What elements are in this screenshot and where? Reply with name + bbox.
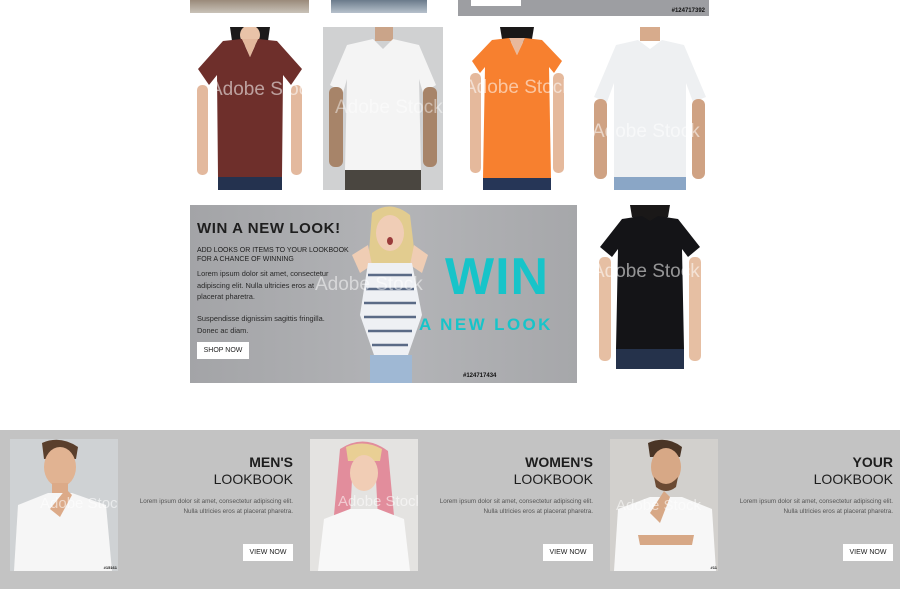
mens-lookbook-image[interactable]: Adobe Stock #15161 [10, 439, 118, 571]
product-tile-white-tee-2[interactable]: Adobe Stock [590, 27, 709, 190]
stock-id-label: #15161 [103, 565, 117, 570]
black-tee-image [590, 205, 710, 369]
view-now-button[interactable]: VIEW NOW [243, 544, 293, 561]
your-lookbook-image[interactable]: Adobe Stock #11 [610, 439, 718, 571]
lookbook-title: WOMEN'S LOOKBOOK [443, 454, 593, 488]
product-image-top-1[interactable] [190, 0, 309, 13]
lookbook-yours: Adobe Stock #11 YOUR LOOKBOOK Lorem ipsu… [600, 430, 900, 589]
lookbook-title-line1: MEN'S [249, 454, 293, 470]
maroon-tee-image [190, 27, 309, 190]
promo-title: WIN A NEW LOOK! [197, 220, 341, 237]
view-now-button[interactable]: VIEW NOW [843, 544, 893, 561]
promo-subtitle: ADD LOOKS OR ITEMS TO YOUR LOOKBOOK FOR … [197, 247, 349, 263]
lookbook-title-line1: WOMEN'S [525, 454, 593, 470]
lookbook-description: Lorem ipsum dolor sit amet, consectetur … [739, 498, 893, 515]
watermark-text: Adobe Stock [40, 495, 118, 512]
product-image-top-2[interactable] [331, 0, 427, 13]
lookbook-womens: Adobe Stock WOMEN'S LOOKBOOK Lorem ipsum… [300, 430, 600, 589]
lookbook-description: Lorem ipsum dolor sit amet, consectetur … [439, 498, 593, 515]
promo-description-2: Suspendisse dignissim sagittis fringilla… [197, 314, 325, 335]
product-tile-white-tee[interactable]: Adobe Stock [323, 27, 443, 190]
stock-id-label: #124717392 [671, 8, 705, 14]
lookbook-description: Lorem ipsum dolor sit amet, consectetur … [139, 498, 293, 515]
product-tile-black-tee[interactable]: Adobe Stock [590, 205, 710, 369]
stock-id-label: #124717434 [463, 373, 497, 379]
lookbook-title-line2: LOOKBOOK [513, 471, 593, 487]
watermark-text: Adobe Stock [315, 274, 423, 295]
product-tile-orange-tee[interactable]: Adobe Stock [458, 27, 576, 190]
view-now-button[interactable]: VIEW NOW [543, 544, 593, 561]
top-banner-image[interactable]: #124717392 [458, 0, 709, 16]
lookbook-title: YOUR LOOKBOOK [743, 454, 893, 488]
lookbook-title: MEN'S LOOKBOOK [143, 454, 293, 488]
womens-lookbook-image[interactable]: Adobe Stock [310, 439, 418, 571]
watermark-text: Adobe Stock [338, 493, 418, 510]
promo-win-headline: WIN [445, 248, 550, 306]
white-tee-image [323, 27, 443, 190]
lookbook-mens: Adobe Stock #15161 MEN'S LOOKBOOK Lorem … [0, 430, 300, 589]
lookbook-title-line2: LOOKBOOK [213, 471, 293, 487]
lookbook-title-line1: YOUR [852, 454, 893, 470]
promo-banner: WIN A NEW LOOK! ADD LOOKS OR ITEMS TO YO… [190, 205, 577, 383]
promo-new-look-headline: A NEW LOOK [419, 315, 553, 334]
stock-id-label: #11 [710, 565, 717, 570]
lookbook-band: Adobe Stock #15161 MEN'S LOOKBOOK Lorem … [0, 430, 900, 589]
orange-tee-image [458, 27, 576, 190]
white-tee-2-image [590, 27, 709, 190]
product-tile-maroon-tee[interactable]: Adobe Stock [190, 27, 309, 190]
lookbook-title-line2: LOOKBOOK [813, 471, 893, 487]
top-banner-button[interactable] [471, 0, 521, 6]
shop-now-button[interactable]: SHOP NOW [197, 342, 249, 359]
watermark-text: Adobe Stock [616, 497, 702, 514]
lookbook-page: #124717392 Adobe Stock Adobe Stock Adobe… [0, 0, 900, 600]
